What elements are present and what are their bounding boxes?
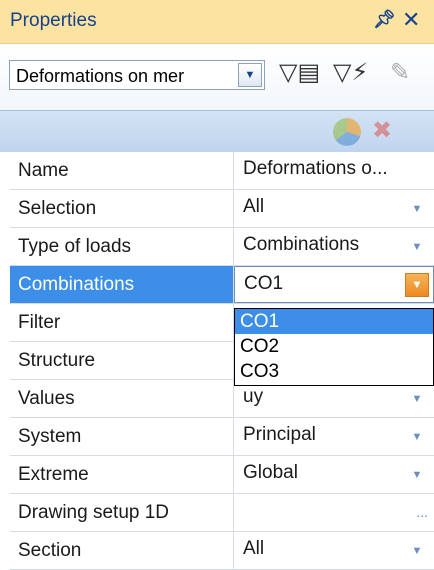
panel-title: Properties — [10, 10, 97, 31]
property-label: Section — [10, 532, 234, 569]
chevron-down-icon[interactable]: ▼ — [408, 390, 426, 408]
ellipsis-button[interactable]: ... — [416, 504, 428, 520]
property-value-text: All — [243, 196, 265, 217]
property-row-combinations[interactable]: Combinations CO1 ▼ — [10, 266, 434, 304]
property-label: Filter — [10, 304, 234, 341]
property-value-text: Principal — [243, 424, 316, 445]
property-label: Selection — [10, 190, 234, 227]
property-value[interactable]: Global ▼ — [234, 456, 434, 493]
property-row-extreme[interactable]: Extreme Global ▼ — [10, 456, 434, 494]
property-value[interactable]: Deformations o... — [234, 152, 434, 189]
pie-chart-icon[interactable] — [333, 118, 361, 146]
property-value[interactable]: All ▼ — [234, 532, 434, 569]
chevron-down-icon[interactable]: ▼ — [408, 238, 426, 256]
property-label: Drawing setup 1D — [10, 494, 234, 531]
property-row-type-of-loads[interactable]: Type of loads Combinations ▼ — [10, 228, 434, 266]
property-value[interactable]: ... — [234, 494, 434, 531]
combinations-dropdown-list: CO1 CO2 CO3 — [234, 308, 434, 386]
chevron-down-icon[interactable]: ▼ — [408, 542, 426, 560]
property-value-text: Combinations — [243, 234, 360, 255]
chevron-down-icon[interactable]: ▼ — [408, 428, 426, 446]
chevron-down-icon[interactable]: ▼ — [408, 466, 426, 484]
result-type-combobox[interactable]: Deformations on mer ▼ — [9, 60, 265, 90]
pin-icon[interactable]: 📌︎ — [373, 9, 396, 30]
dropdown-option-co1[interactable]: CO1 — [235, 309, 433, 334]
property-label: Combinations — [10, 266, 234, 303]
property-value[interactable]: Principal ▼ — [234, 418, 434, 455]
properties-title-bar: Properties 📌︎ ✕ — [0, 0, 434, 44]
filter-table-icon[interactable]: ▽▤ — [279, 58, 320, 87]
property-row-selection[interactable]: Selection All ▼ — [10, 190, 434, 228]
pencil-icon[interactable]: ✎ — [390, 58, 410, 87]
property-value[interactable]: CO1 ▼ — [234, 266, 434, 303]
property-label: Extreme — [10, 456, 234, 493]
dropdown-option-co2[interactable]: CO2 — [235, 334, 433, 359]
chevron-down-icon[interactable]: ▼ — [238, 63, 262, 87]
property-label: Name — [10, 152, 234, 189]
property-row-name[interactable]: Name Deformations o... — [10, 152, 434, 190]
toolbar-row-2 — [0, 110, 434, 152]
property-label: System — [10, 418, 234, 455]
dropdown-option-co3[interactable]: CO3 — [235, 359, 433, 384]
property-row-section[interactable]: Section All ▼ — [10, 532, 434, 570]
property-row-drawing-setup-1d[interactable]: Drawing setup 1D ... — [10, 494, 434, 532]
property-value[interactable]: Combinations ▼ — [234, 228, 434, 265]
property-label: Values — [10, 380, 234, 417]
filter-funnel-icon[interactable]: ▽⚡︎ — [333, 58, 368, 87]
delete-icon[interactable]: ✖ — [372, 116, 392, 145]
property-value-text: All — [243, 538, 265, 559]
property-value-text: CO1 — [244, 273, 284, 294]
property-row-system[interactable]: System Principal ▼ — [10, 418, 434, 456]
property-value[interactable]: All ▼ — [234, 190, 434, 227]
chevron-down-icon[interactable]: ▼ — [408, 200, 426, 218]
result-type-value: Deformations on mer — [16, 66, 185, 86]
property-label: Type of loads — [10, 228, 234, 265]
property-value-text: Global — [243, 462, 298, 483]
property-value-text: uy — [243, 386, 264, 407]
close-icon[interactable]: ✕ — [402, 7, 420, 33]
chevron-down-icon[interactable]: ▼ — [405, 273, 429, 297]
property-label: Structure — [10, 342, 234, 379]
